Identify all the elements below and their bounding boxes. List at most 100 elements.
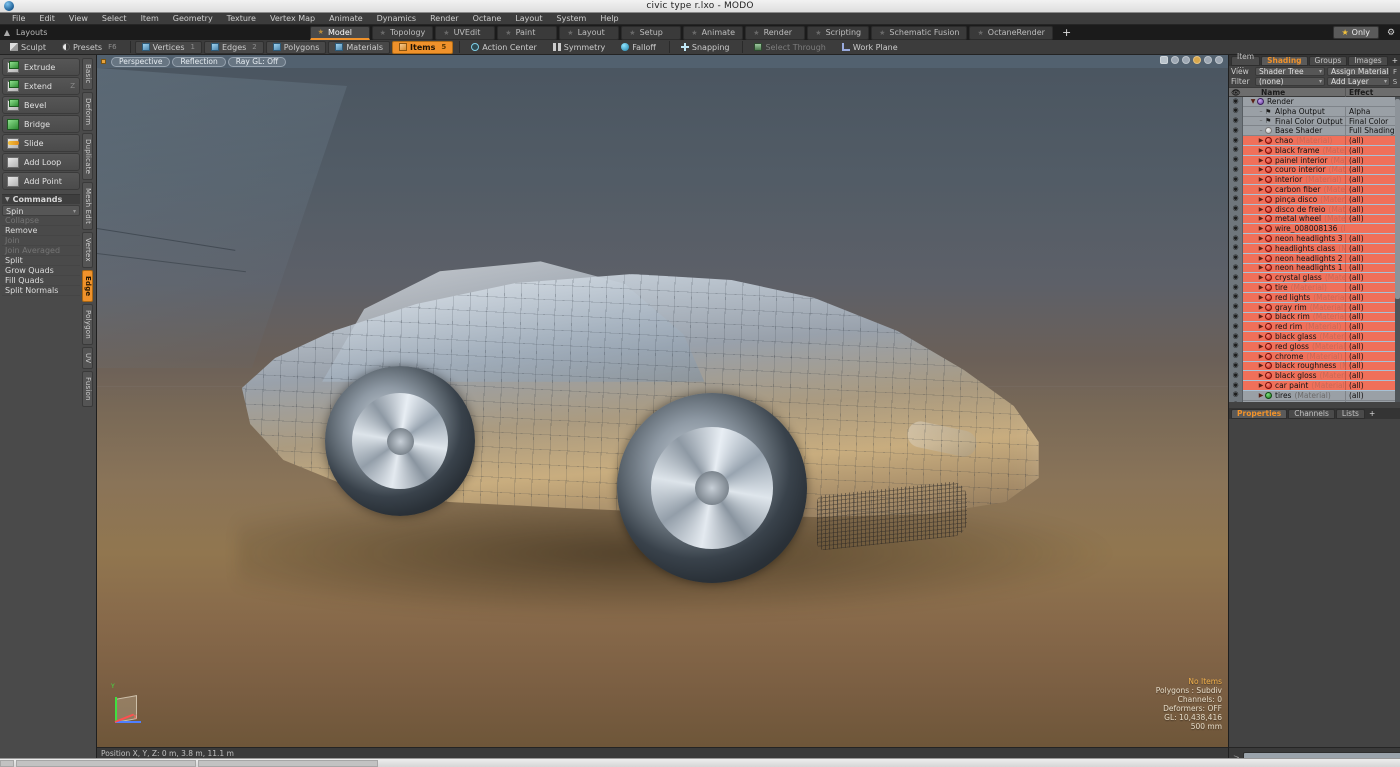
- pin-icon[interactable]: ▲: [0, 28, 14, 37]
- shader-tree-scrollbar[interactable]: [1395, 97, 1400, 402]
- shading-style-button[interactable]: Reflection: [172, 57, 225, 67]
- shader-tree-row[interactable]: ◉▶black gloss(Material)(all): [1229, 371, 1400, 381]
- visibility-eye-icon[interactable]: ◉: [1229, 322, 1243, 332]
- command-remove[interactable]: Remove: [2, 226, 80, 236]
- view-dropdown[interactable]: Shader Tree: [1255, 67, 1325, 76]
- shader-tree-row[interactable]: ◉▶painel interior(Material)(all): [1229, 156, 1400, 166]
- shader-tree-row[interactable]: ◉▶couro interior(Material)(all): [1229, 166, 1400, 176]
- taskbar-item-2[interactable]: [16, 760, 196, 767]
- right-tab-item[interactable]: Item ...: [1231, 56, 1260, 66]
- category-tab-edge[interactable]: Edge: [82, 270, 93, 302]
- shader-tree-row[interactable]: ◉▶wire_008008136(Ma ...: [1229, 224, 1400, 234]
- tool-button-extrude[interactable]: Extrude: [2, 58, 80, 76]
- visibility-eye-icon[interactable]: ◉: [1229, 381, 1243, 391]
- layout-tab-scripting[interactable]: ★Scripting: [807, 26, 869, 40]
- presets-button[interactable]: Presets F6: [55, 41, 124, 54]
- properties-tab-channels[interactable]: Channels: [1288, 409, 1335, 419]
- selection-mode-materials[interactable]: Materials: [328, 41, 390, 54]
- shader-tree-row[interactable]: ◉▶chao(Material)(all): [1229, 136, 1400, 146]
- menu-item-edit[interactable]: Edit: [32, 13, 62, 25]
- expand-arrow-icon[interactable]: ▶: [1257, 157, 1265, 164]
- add-layer-suffix[interactable]: S: [1392, 78, 1398, 86]
- visibility-eye-icon[interactable]: ◉: [1229, 332, 1243, 342]
- shader-tree-row[interactable]: ◉▶neon headlights 1(M ...(all): [1229, 264, 1400, 274]
- shader-tree-row[interactable]: ◉▼Render: [1229, 97, 1400, 107]
- command-fill-quads[interactable]: Fill Quads: [2, 276, 80, 286]
- tool-button-bevel[interactable]: Bevel: [2, 96, 80, 114]
- layout-tab-animate[interactable]: ★Animate: [683, 26, 743, 40]
- expand-arrow-icon[interactable]: ▶: [1257, 225, 1265, 232]
- layout-tab-setup[interactable]: ★Setup: [621, 26, 681, 40]
- properties-tab-properties[interactable]: Properties: [1231, 409, 1287, 419]
- expand-arrow-icon[interactable]: ▶: [1257, 147, 1265, 154]
- expand-arrow-icon[interactable]: ▶: [1257, 343, 1265, 350]
- visibility-eye-icon[interactable]: ◉: [1229, 283, 1243, 293]
- play-icon[interactable]: [1215, 56, 1223, 64]
- visibility-eye-icon[interactable]: ◉: [1229, 234, 1243, 244]
- command-spin[interactable]: Spin: [2, 205, 80, 216]
- selection-mode-edges[interactable]: Edges2: [204, 41, 264, 54]
- shader-tree-row[interactable]: ◉▶tire(Material)(all): [1229, 283, 1400, 293]
- shader-tree-row[interactable]: ◉▶metal wheel(Material)(all): [1229, 215, 1400, 225]
- orbit-icon[interactable]: [1171, 56, 1179, 64]
- expand-arrow-icon[interactable]: ▶: [1257, 294, 1265, 301]
- shader-tree-list[interactable]: ◉▼Render◉–⚑Alpha OutputAlpha◉–⚑Final Col…: [1229, 97, 1400, 402]
- shader-tree-row[interactable]: ◉▶tires(Material)(all): [1229, 391, 1400, 401]
- visibility-eye-icon[interactable]: ◉: [1229, 106, 1243, 116]
- shader-tree-row[interactable]: ◉–⚑Final Color OutputFinal Color: [1229, 117, 1400, 127]
- right-tab-groups[interactable]: Groups: [1309, 56, 1348, 66]
- light-icon[interactable]: [1193, 56, 1201, 64]
- shader-tree-row[interactable]: ◉–Base ShaderFull Shading: [1229, 126, 1400, 136]
- commands-header[interactable]: ▼ Commands: [2, 194, 80, 204]
- tool-toggle-select-through[interactable]: Select Through: [747, 41, 832, 54]
- layout-tab-schematic-fusion[interactable]: ★Schematic Fusion: [871, 26, 967, 40]
- shader-tree-row[interactable]: ◉▶headlights class(Mat ...(all): [1229, 244, 1400, 254]
- visibility-eye-icon[interactable]: ◉: [1229, 390, 1243, 400]
- layout-tab-topology[interactable]: ★Topology: [372, 26, 434, 40]
- shader-tree-row[interactable]: ◉–Material(16)(all): [1229, 401, 1400, 402]
- visibility-eye-icon[interactable]: ◉: [1229, 273, 1243, 283]
- visibility-eye-icon[interactable]: ◉: [1229, 194, 1243, 204]
- shader-tree-row[interactable]: ◉▶black roughness(Mat...(all): [1229, 362, 1400, 372]
- visibility-eye-icon[interactable]: ◉: [1229, 145, 1243, 155]
- shader-tree-row[interactable]: ◉▶disco de freio(Material)(all): [1229, 205, 1400, 215]
- shader-tree-row[interactable]: ◉▶interior(Material)(all): [1229, 175, 1400, 185]
- menu-item-vertex-map[interactable]: Vertex Map: [263, 13, 322, 25]
- category-tab-uv[interactable]: UV: [82, 347, 93, 369]
- visibility-eye-icon[interactable]: ◉: [1229, 243, 1243, 253]
- menu-item-system[interactable]: System: [550, 13, 594, 25]
- menu-item-geometry[interactable]: Geometry: [166, 13, 220, 25]
- expand-arrow-icon[interactable]: ▶: [1257, 137, 1265, 144]
- options-icon[interactable]: [1204, 56, 1212, 64]
- shader-tree-row[interactable]: ◉▶red gloss(Material)(all): [1229, 342, 1400, 352]
- zoom-icon[interactable]: [1182, 56, 1190, 64]
- 3d-viewport[interactable]: Perspective Reflection Ray GL: Off: [97, 55, 1228, 747]
- expand-arrow-icon[interactable]: ▶: [1257, 274, 1265, 281]
- tool-button-add-loop[interactable]: Add Loop: [2, 153, 80, 171]
- menu-item-item[interactable]: Item: [134, 13, 166, 25]
- add-layout-tab-button[interactable]: +: [1055, 26, 1078, 40]
- category-tab-mesh-edit[interactable]: Mesh Edit: [82, 182, 93, 230]
- category-tab-fusion[interactable]: Fusion: [82, 371, 93, 407]
- raygl-toggle-button[interactable]: Ray GL: Off: [228, 57, 286, 67]
- visibility-eye-icon[interactable]: ◉: [1229, 165, 1243, 175]
- menu-item-file[interactable]: File: [5, 13, 32, 25]
- layout-tab-paint[interactable]: ★Paint: [497, 26, 557, 40]
- expand-arrow-icon[interactable]: ▶: [1257, 382, 1265, 389]
- expand-arrow-icon[interactable]: ▶: [1257, 166, 1265, 173]
- visibility-eye-icon[interactable]: ◉: [1229, 214, 1243, 224]
- tool-toggle-action-center[interactable]: Action Center: [464, 41, 544, 54]
- shader-tree-row[interactable]: ◉▶red lights(Material)(all): [1229, 293, 1400, 303]
- shader-tree-row[interactable]: ◉▶gray rim(Material)(all): [1229, 303, 1400, 313]
- properties-tab-lists[interactable]: Lists: [1336, 409, 1365, 419]
- taskbar-item-1[interactable]: [0, 760, 14, 767]
- tool-button-bridge[interactable]: Bridge: [2, 115, 80, 133]
- expand-arrow-icon[interactable]: ▶: [1257, 255, 1265, 262]
- layout-tab-render[interactable]: ★Render: [745, 26, 805, 40]
- taskbar-item-3[interactable]: [198, 760, 378, 767]
- expand-arrow-icon[interactable]: ▶: [1257, 196, 1265, 203]
- expand-arrow-icon[interactable]: ▶: [1257, 304, 1265, 311]
- visibility-eye-icon[interactable]: ◉: [1229, 126, 1243, 136]
- visibility-eye-icon[interactable]: ◉: [1229, 302, 1243, 312]
- expand-arrow-icon[interactable]: ▶: [1257, 372, 1265, 379]
